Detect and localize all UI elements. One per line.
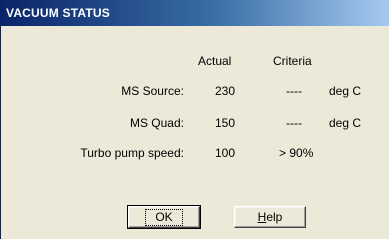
ms-source-unit: deg C xyxy=(329,84,362,98)
criteria-column-header: Criteria xyxy=(273,54,312,68)
vacuum-status-dialog: VACUUM STATUS Actual Criteria MS Source:… xyxy=(0,0,389,248)
dialog-title: VACUUM STATUS xyxy=(6,6,110,20)
ms-quad-criteria-value: ---- xyxy=(286,116,302,130)
turbo-pump-speed-actual-value: 100 xyxy=(215,146,236,160)
ms-source-criteria-value: ---- xyxy=(286,84,302,98)
background-strip xyxy=(0,239,389,248)
help-button[interactable]: Help xyxy=(234,206,306,228)
ms-quad-unit: deg C xyxy=(329,116,362,130)
ms-quad-label: MS Quad: xyxy=(129,116,184,130)
ok-button-label: OK xyxy=(145,208,183,226)
ms-source-label: MS Source: xyxy=(121,84,184,98)
actual-column-header: Actual xyxy=(198,54,232,68)
title-bar[interactable]: VACUUM STATUS xyxy=(1,0,389,26)
turbo-pump-speed-label: Turbo pump speed: xyxy=(80,146,184,160)
help-label-rest: elp xyxy=(266,210,283,224)
ms-source-actual-value: 230 xyxy=(215,84,236,98)
turbo-pump-speed-criteria-value: > 90% xyxy=(279,146,314,160)
ms-quad-actual-value: 150 xyxy=(215,116,236,130)
help-button-label: Help xyxy=(258,210,283,224)
ok-button[interactable]: OK xyxy=(127,205,201,229)
